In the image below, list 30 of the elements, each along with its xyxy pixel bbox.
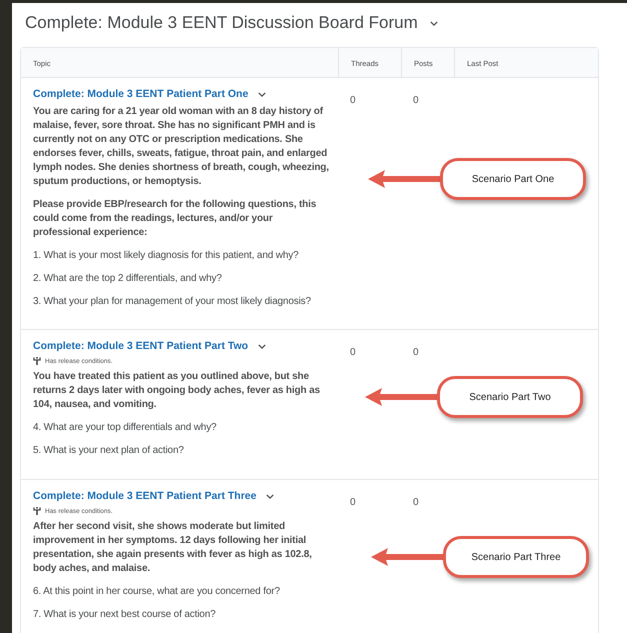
description-text: You are caring for a 21 year old woman with an 8 day history of malaise, fever, sore throat. She has no significant PMH and is currently not on any OTC or prescription medications. She endorses fever, chills, sweats, fatigue, throat pain, and enlarged lymph nodes. She denies shortness of breath, cough, wheezing, sputum productions, or hemoptysis. xyxy=(33,105,330,189)
question-text: 6. At this point in her course, what are you concerned for? xyxy=(33,585,281,599)
branch-icon xyxy=(33,357,41,365)
description-text: You have treated this patient as you outlined above, but she returns 2 days later with ongoing body aches, fever as high as 104, nausea, and vomiting. xyxy=(33,370,321,412)
threads-count: 0 xyxy=(350,347,356,358)
callout-label: Scenario Part Two xyxy=(437,376,583,418)
callout-label: Scenario Part One xyxy=(440,158,586,200)
callout-label: Scenario Part Three xyxy=(443,536,589,578)
question-text: 3. What your plan for management of your most likely diagnosis? xyxy=(33,295,312,309)
threads-count: 0 xyxy=(350,497,356,508)
question-text: 4. What are your top differentials and why? xyxy=(33,421,218,435)
question-text: 2. What are the top 2 differentials, and why? xyxy=(33,272,223,286)
chevron-down-icon[interactable] xyxy=(430,20,438,26)
forum-title: Complete: Module 3 EENT Discussion Board Forum xyxy=(25,13,418,33)
topic-link[interactable]: Complete: Module 3 EENT Patient Part One xyxy=(33,88,248,100)
chevron-down-icon[interactable] xyxy=(258,344,266,348)
branch-icon xyxy=(33,507,41,515)
chevron-down-icon[interactable] xyxy=(266,494,274,498)
description-text: After her second visit, she shows moderate but limited improvement in her symptoms. 12 days following her initial presentation, she again presents with fever as high as 102.8, body aches, and malaise. xyxy=(33,520,313,576)
posts-count: 0 xyxy=(413,347,419,358)
chevron-down-icon[interactable] xyxy=(258,92,266,96)
posts-count: 0 xyxy=(413,95,419,106)
question-text: 1. What is your most likely diagnosis for this patient, and why? xyxy=(33,249,300,263)
description-text: Please provide EBP/research for the following questions, this could come from the readings, lectures, and/or your professional experience: xyxy=(33,198,318,240)
question-text: 7. What is your next best course of action? xyxy=(33,608,217,622)
question-text: 5. What is your next plan of action? xyxy=(33,444,185,458)
topic-link[interactable]: Complete: Module 3 EENT Patient Part Two xyxy=(33,340,248,352)
threads-count: 0 xyxy=(350,95,356,106)
posts-count: 0 xyxy=(413,497,419,508)
topic-link[interactable]: Complete: Module 3 EENT Patient Part Three xyxy=(33,490,256,502)
